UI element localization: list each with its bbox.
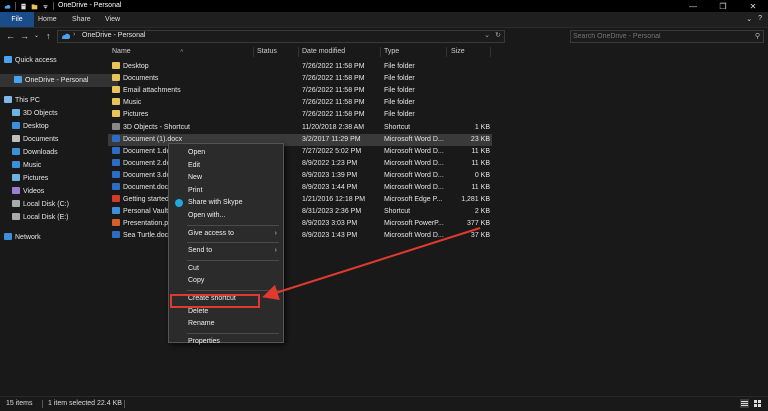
large-icons-view-icon[interactable]	[753, 399, 762, 408]
annotation-arrow	[262, 227, 481, 300]
file-explorer-window: OneDrive - Personal — ❐ ✕ File Home Shar…	[0, 0, 768, 411]
status-separator	[124, 400, 125, 408]
details-view-icon[interactable]	[740, 399, 749, 408]
status-separator	[42, 400, 43, 408]
selection-info: 1 item selected 22.4 KB	[48, 400, 122, 407]
status-bar: 15 items 1 item selected 22.4 KB	[0, 396, 768, 411]
item-count: 15 items	[6, 400, 33, 407]
